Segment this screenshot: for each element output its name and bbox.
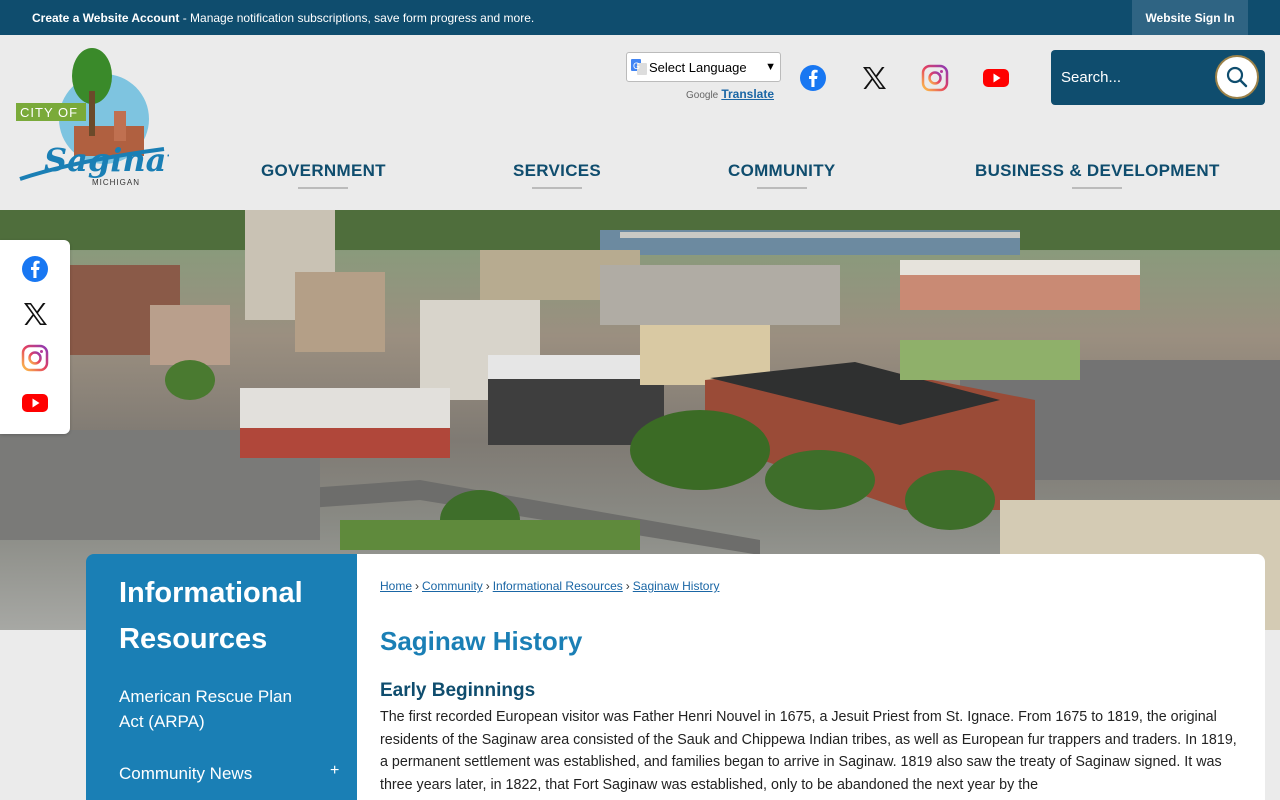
nav-label: BUSINESS & DEVELOPMENT	[975, 161, 1220, 180]
breadcrumb-community[interactable]: Community	[422, 579, 483, 593]
nav-label: SERVICES	[513, 161, 602, 180]
sign-in-button[interactable]: Website Sign In	[1132, 0, 1248, 35]
account-message[interactable]: Create a Website Account - Manage notifi…	[32, 11, 534, 25]
site-header: CITY OF Saginaw MICHIGAN G Select Langua…	[0, 35, 1280, 210]
nav-business-development[interactable]: BUSINESS & DEVELOPMENT	[975, 161, 1220, 189]
nav-label: COMMUNITY	[728, 161, 836, 180]
logo-state: MICHIGAN	[92, 178, 140, 187]
nav-community[interactable]: COMMUNITY	[728, 161, 836, 189]
nav-underline	[756, 187, 807, 189]
x-icon[interactable]	[859, 63, 889, 93]
youtube-icon[interactable]	[20, 388, 50, 418]
search-icon	[1226, 66, 1248, 88]
x-icon[interactable]	[20, 299, 50, 329]
translate-link[interactable]: Translate	[721, 87, 774, 101]
google-translate-icon: G	[631, 59, 647, 75]
top-bar: Create a Website Account - Manage notifi…	[0, 0, 1280, 35]
history-paragraph: The first recorded European visitor was …	[380, 709, 1237, 793]
main-content: Home › Community › Informational Resources › S…	[357, 554, 1265, 800]
search-box	[1051, 50, 1265, 105]
breadcrumb: Home › Community › Informational Resources › S…	[380, 579, 719, 593]
svg-text:G: G	[633, 61, 640, 71]
search-input[interactable]	[1061, 60, 1211, 94]
language-select-value: Select Language	[649, 59, 747, 75]
search-button[interactable]	[1215, 55, 1259, 99]
page-title: Saginaw History	[380, 626, 583, 656]
nav-underline	[532, 187, 583, 189]
instagram-icon[interactable]	[20, 343, 50, 373]
facebook-icon[interactable]	[20, 254, 50, 284]
logo-trunk	[89, 91, 95, 136]
nav-underline	[298, 187, 349, 189]
nav-underline	[1072, 187, 1123, 189]
breadcrumb-separator: ›	[625, 579, 630, 593]
sidebar-item-arpa[interactable]: American Rescue Plan Act (ARPA)	[119, 684, 319, 734]
sidebar-item-community-news[interactable]: Community News	[119, 764, 252, 784]
nav-label: GOVERNMENT	[261, 161, 386, 180]
sidebar-title: Informational Resources	[119, 577, 303, 655]
youtube-icon[interactable]	[981, 63, 1011, 93]
city-logo[interactable]: CITY OF Saginaw MICHIGAN	[14, 41, 169, 187]
account-message-text: - Manage notification subscriptions, sav…	[179, 11, 535, 25]
logo-name: Saginaw	[44, 141, 169, 179]
chevron-down-icon: ▼	[765, 61, 776, 73]
logo-tower	[114, 111, 126, 141]
language-select[interactable]: G Select Language ▼	[626, 52, 781, 82]
powered-by-google: Google Translate	[686, 87, 774, 101]
nav-government[interactable]: GOVERNMENT	[261, 161, 386, 189]
create-account-link[interactable]: Create a Website Account	[32, 11, 179, 25]
sidebar-panel: Informational Resources American Rescue …	[86, 554, 357, 800]
nav-services[interactable]: SERVICES	[513, 161, 601, 189]
instagram-icon[interactable]	[920, 63, 950, 93]
google-label: Google	[686, 90, 719, 101]
breadcrumb-separator: ›	[415, 579, 420, 593]
section-title: Early Beginnings	[380, 680, 536, 701]
logo-city-of: CITY OF	[20, 105, 78, 120]
breadcrumb-home[interactable]: Home	[380, 579, 412, 593]
breadcrumb-saginaw-history[interactable]: Saginaw History	[633, 579, 720, 593]
side-social-bar	[0, 240, 70, 434]
facebook-icon[interactable]	[798, 63, 828, 93]
expand-icon[interactable]: +	[330, 762, 339, 780]
breadcrumb-separator: ›	[485, 579, 490, 593]
breadcrumb-informational-resources[interactable]: Informational Resources	[493, 579, 623, 593]
